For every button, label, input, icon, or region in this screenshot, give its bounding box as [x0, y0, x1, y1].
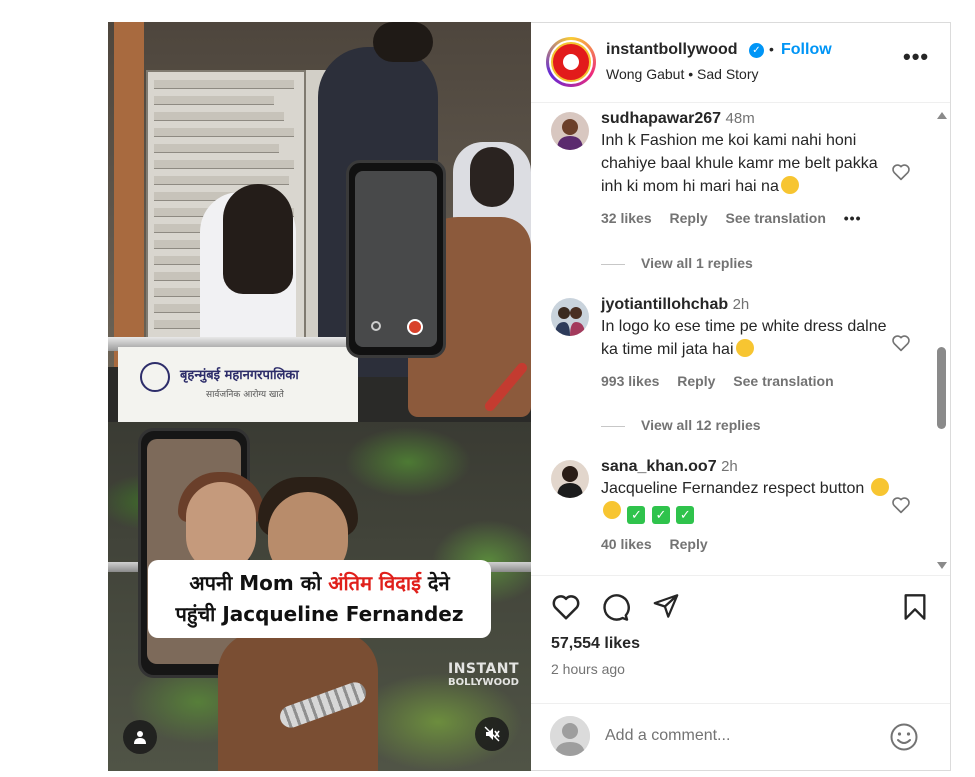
shocked-face-emoji-icon	[735, 339, 754, 357]
mute-button[interactable]	[475, 717, 509, 751]
audio-track[interactable]: Wong Gabut • Sad Story	[606, 66, 759, 82]
caption-highlight: अंतिम विदाई	[328, 571, 421, 595]
caption-line2: पहुंची Jacqueline Fernandez	[175, 602, 464, 626]
author-username[interactable]: instantbollywood	[606, 41, 738, 59]
post-side-panel: instantbollywood ✓ • Follow Wong Gabut •…	[531, 22, 951, 771]
post-media[interactable]: बृहन्मुंबई महानगरपालिका सार्वजनिक आरोग्य…	[108, 22, 531, 771]
like-comment-heart-icon[interactable]	[891, 496, 911, 514]
instant-bollywood-logo	[551, 42, 591, 82]
header-separator: •	[769, 41, 774, 57]
bookmark-icon[interactable]	[903, 593, 927, 621]
user-tag-icon	[134, 731, 146, 744]
post-timestamp[interactable]: 2 hours ago	[551, 661, 625, 677]
like-comment-heart-icon[interactable]	[891, 334, 911, 352]
commenter-avatar[interactable]	[551, 298, 589, 336]
verified-icon: ✓	[749, 43, 764, 58]
comment-time[interactable]: 2h	[733, 296, 750, 313]
heart-icon[interactable]	[551, 593, 581, 621]
flushed-face-emoji-icon	[870, 478, 889, 496]
default-avatar-icon	[550, 716, 590, 756]
comment-likes[interactable]: 32 likes	[601, 210, 652, 226]
comments-scrollbar[interactable]	[933, 104, 950, 575]
comment-time[interactable]: 48m	[726, 110, 755, 127]
follow-button[interactable]: Follow	[781, 41, 832, 59]
check-mark-emoji-icon: ✓	[676, 506, 695, 524]
view-replies-button[interactable]: View all 1 replies	[601, 255, 753, 271]
commenter-avatar[interactable]	[551, 460, 589, 498]
post-actions: 57,554 likes 2 hours ago	[531, 583, 950, 693]
check-mark-emoji-icon: ✓	[627, 506, 646, 524]
comment-username[interactable]: sana_khan.oo7	[601, 458, 717, 475]
comment-text: Jacqueline Fernandez respect button	[601, 480, 865, 497]
comment-options-button[interactable]: •••	[844, 210, 862, 226]
comment-time[interactable]: 2h	[721, 458, 738, 475]
comment-username[interactable]: jyotiantillohchab	[601, 296, 728, 313]
sad-face-emoji-icon	[780, 176, 799, 194]
see-translation-button[interactable]: See translation	[726, 210, 826, 226]
check-mark-emoji-icon: ✓	[651, 506, 670, 524]
record-icon	[407, 319, 423, 335]
pleading-face-emoji-icon	[603, 501, 621, 519]
sign-title: बृहन्मुंबई महानगरपालिका	[180, 368, 299, 383]
watermark-line2: BOLLYWOOD	[448, 677, 519, 688]
like-comment-heart-icon[interactable]	[891, 163, 911, 181]
avatar-photo	[551, 298, 589, 336]
mother-face	[186, 482, 256, 572]
avatar-photo	[551, 460, 589, 498]
emoji-icon[interactable]	[889, 722, 919, 752]
scroll-up-arrow-icon[interactable]	[937, 112, 947, 119]
share-icon[interactable]	[652, 593, 680, 620]
post-header: instantbollywood ✓ • Follow Wong Gabut •…	[531, 23, 950, 103]
add-comment-input[interactable]	[605, 723, 875, 749]
mute-icon	[484, 726, 500, 742]
more-options-button[interactable]: •••	[903, 46, 929, 68]
comment-icon[interactable]	[601, 593, 630, 622]
comment-username[interactable]: sudhapawar267	[601, 110, 721, 127]
view-replies-label: View all 12 replies	[641, 417, 761, 433]
caption-post: देने	[420, 571, 450, 595]
sign-subtitle: सार्वजनिक आरोग्य खाते	[206, 390, 284, 400]
reply-button[interactable]: Reply	[670, 536, 708, 552]
emblem-icon	[140, 362, 170, 392]
watermark-line1: INSTANT	[448, 661, 520, 677]
author-avatar[interactable]	[546, 37, 596, 87]
comment-likes[interactable]: 993 likes	[601, 373, 659, 389]
reply-button[interactable]: Reply	[677, 373, 715, 389]
commenter-avatar[interactable]	[551, 112, 589, 150]
tagged-users-button[interactable]	[123, 720, 157, 754]
comments-list: sudhapawar267 48m Inh k Fashion me koi k…	[531, 104, 950, 576]
avatar-photo	[551, 112, 589, 150]
reply-button[interactable]: Reply	[670, 210, 708, 226]
comment-composer	[531, 703, 950, 771]
view-replies-label: View all 1 replies	[641, 255, 753, 271]
caption-pre: अपनी Mom को	[189, 571, 329, 595]
comment-likes[interactable]: 40 likes	[601, 536, 652, 552]
pillar	[114, 22, 144, 367]
view-replies-button[interactable]: View all 12 replies	[601, 417, 761, 433]
phone-recording	[346, 160, 446, 358]
scrollbar-thumb[interactable]	[937, 347, 946, 429]
like-count[interactable]: 57,554 likes	[551, 635, 640, 653]
scroll-down-arrow-icon[interactable]	[937, 562, 947, 569]
watermark: INSTANT BOLLYWOOD	[448, 661, 520, 690]
video-caption: अपनी Mom को अंतिम विदाई देने पहुंची Jacq…	[148, 560, 491, 638]
see-translation-button[interactable]: See translation	[733, 373, 833, 389]
current-user-avatar	[550, 716, 590, 756]
comment-text: Inh k Fashion me koi kami nahi honi chah…	[601, 132, 878, 195]
